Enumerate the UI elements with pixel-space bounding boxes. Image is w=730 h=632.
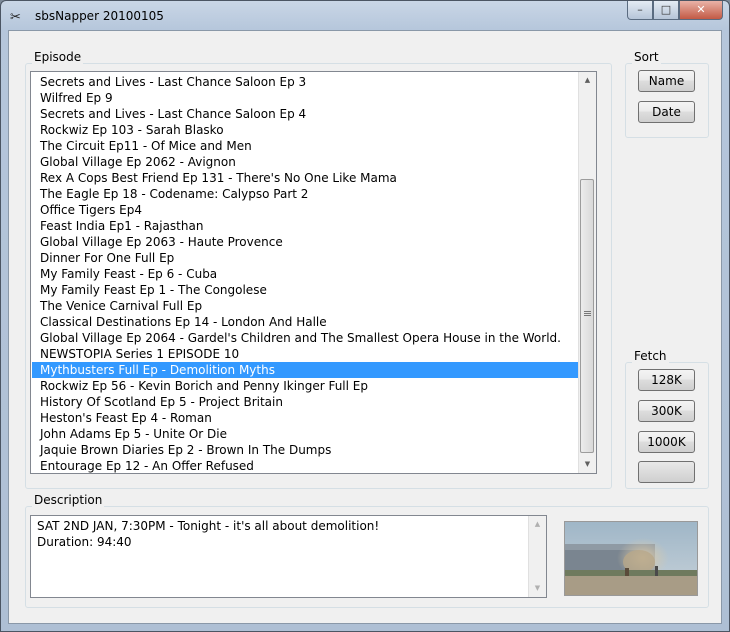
episode-listbox[interactable]: Secrets and Lives - Last Chance Saloon E… bbox=[30, 71, 597, 474]
fetch-1000k-button[interactable]: 1000K bbox=[638, 431, 695, 453]
scroll-down-arrow-icon[interactable]: ▼ bbox=[579, 456, 596, 473]
episode-list-item[interactable]: Rex A Cops Best Friend Ep 131 - There's … bbox=[32, 170, 580, 186]
minimize-button[interactable]: – bbox=[627, 1, 653, 20]
episode-list-item[interactable]: Rockwiz Ep 103 - Sarah Blasko bbox=[32, 122, 580, 138]
episode-list-item[interactable]: History Of Scotland Ep 5 - Project Brita… bbox=[32, 394, 580, 410]
desc-scroll-down-arrow-icon[interactable]: ▼ bbox=[529, 580, 546, 597]
episode-group-label: Episode bbox=[32, 50, 84, 64]
episode-list-item[interactable]: Classical Destinations Ep 14 - London An… bbox=[32, 314, 580, 330]
title-bar[interactable]: ✂ sbsNapper 20100105 – □ ✕ bbox=[1, 1, 729, 31]
scroll-up-arrow-icon[interactable]: ▲ bbox=[579, 72, 596, 89]
close-button[interactable]: ✕ bbox=[679, 1, 723, 20]
episode-list-item[interactable]: The Eagle Ep 18 - Codename: Calypso Part… bbox=[32, 186, 580, 202]
episode-list-item[interactable]: My Family Feast Ep 1 - The Congolese bbox=[32, 282, 580, 298]
description-line-1: SAT 2ND JAN, 7:30PM - Tonight - it's all… bbox=[37, 519, 380, 533]
description-line-2: Duration: 94:40 bbox=[37, 535, 132, 549]
desc-scroll-up-arrow-icon[interactable]: ▲ bbox=[529, 516, 546, 533]
episode-list-item[interactable]: Jaquie Brown Diaries Ep 2 - Brown In The… bbox=[32, 442, 580, 458]
sort-group-label: Sort bbox=[632, 50, 661, 64]
description-scrollbar[interactable]: ▲ ▼ bbox=[528, 516, 546, 597]
fetch-300k-button[interactable]: 300K bbox=[638, 400, 695, 422]
episode-list-item[interactable]: Feast India Ep1 - Rajasthan bbox=[32, 218, 580, 234]
window-title: sbsNapper 20100105 bbox=[35, 9, 164, 23]
scroll-grip-icon bbox=[584, 311, 591, 312]
episode-list-item[interactable]: Global Village Ep 2064 - Gardel's Childr… bbox=[32, 330, 580, 346]
maximize-button[interactable]: □ bbox=[653, 1, 679, 20]
episode-list-item[interactable]: Global Village Ep 2063 - Haute Provence bbox=[32, 234, 580, 250]
episode-list-item[interactable]: John Adams Ep 5 - Unite Or Die bbox=[32, 426, 580, 442]
fetch-128k-button[interactable]: 128K bbox=[638, 369, 695, 391]
episode-list-item[interactable]: Office Tigers Ep4 bbox=[32, 202, 580, 218]
episode-list-item[interactable]: Rockwiz Ep 56 - Kevin Borich and Penny I… bbox=[32, 378, 580, 394]
app-icon: ✂ bbox=[10, 10, 21, 25]
episode-list-item[interactable]: Dinner For One Full Ep bbox=[32, 250, 580, 266]
episode-list-item[interactable]: NEWSTOPIA Series 1 EPISODE 10 bbox=[32, 346, 580, 362]
episode-list-item[interactable]: Secrets and Lives - Last Chance Saloon E… bbox=[32, 74, 580, 90]
episode-list-item[interactable]: Heston's Feast Ep 4 - Roman bbox=[32, 410, 580, 426]
thumbnail-demolition-picture bbox=[565, 522, 697, 595]
description-group-label: Description bbox=[32, 493, 105, 507]
episode-list-item[interactable]: The Circuit Ep11 - Of Mice and Men bbox=[32, 138, 580, 154]
episode-list-item[interactable]: Mythbusters Full Ep - Demolition Myths bbox=[32, 362, 580, 378]
episode-list-item[interactable]: My Family Feast - Ep 6 - Cuba bbox=[32, 266, 580, 282]
episode-list-item[interactable]: Secrets and Lives - Last Chance Saloon E… bbox=[32, 106, 580, 122]
episode-thumbnail-image bbox=[564, 521, 698, 596]
episode-list-item[interactable]: Wilfred Ep 9 bbox=[32, 90, 580, 106]
sort-name-button[interactable]: Name bbox=[638, 70, 695, 92]
episode-list-item[interactable]: The Venice Carnival Full Ep bbox=[32, 298, 580, 314]
window-controls: – □ ✕ bbox=[627, 1, 723, 20]
fetch-group-label: Fetch bbox=[632, 349, 669, 363]
scroll-thumb[interactable] bbox=[580, 179, 594, 453]
description-textarea[interactable]: SAT 2ND JAN, 7:30PM - Tonight - it's all… bbox=[30, 515, 547, 598]
sort-date-button[interactable]: Date bbox=[638, 101, 695, 123]
episode-list-item[interactable]: Global Village Ep 2062 - Avignon bbox=[32, 154, 580, 170]
fetch-progress-bar bbox=[638, 461, 695, 483]
episode-scrollbar[interactable]: ▲ ▼ bbox=[578, 72, 596, 473]
episode-list-item[interactable]: Entourage Ep 12 - An Offer Refused bbox=[32, 458, 580, 473]
